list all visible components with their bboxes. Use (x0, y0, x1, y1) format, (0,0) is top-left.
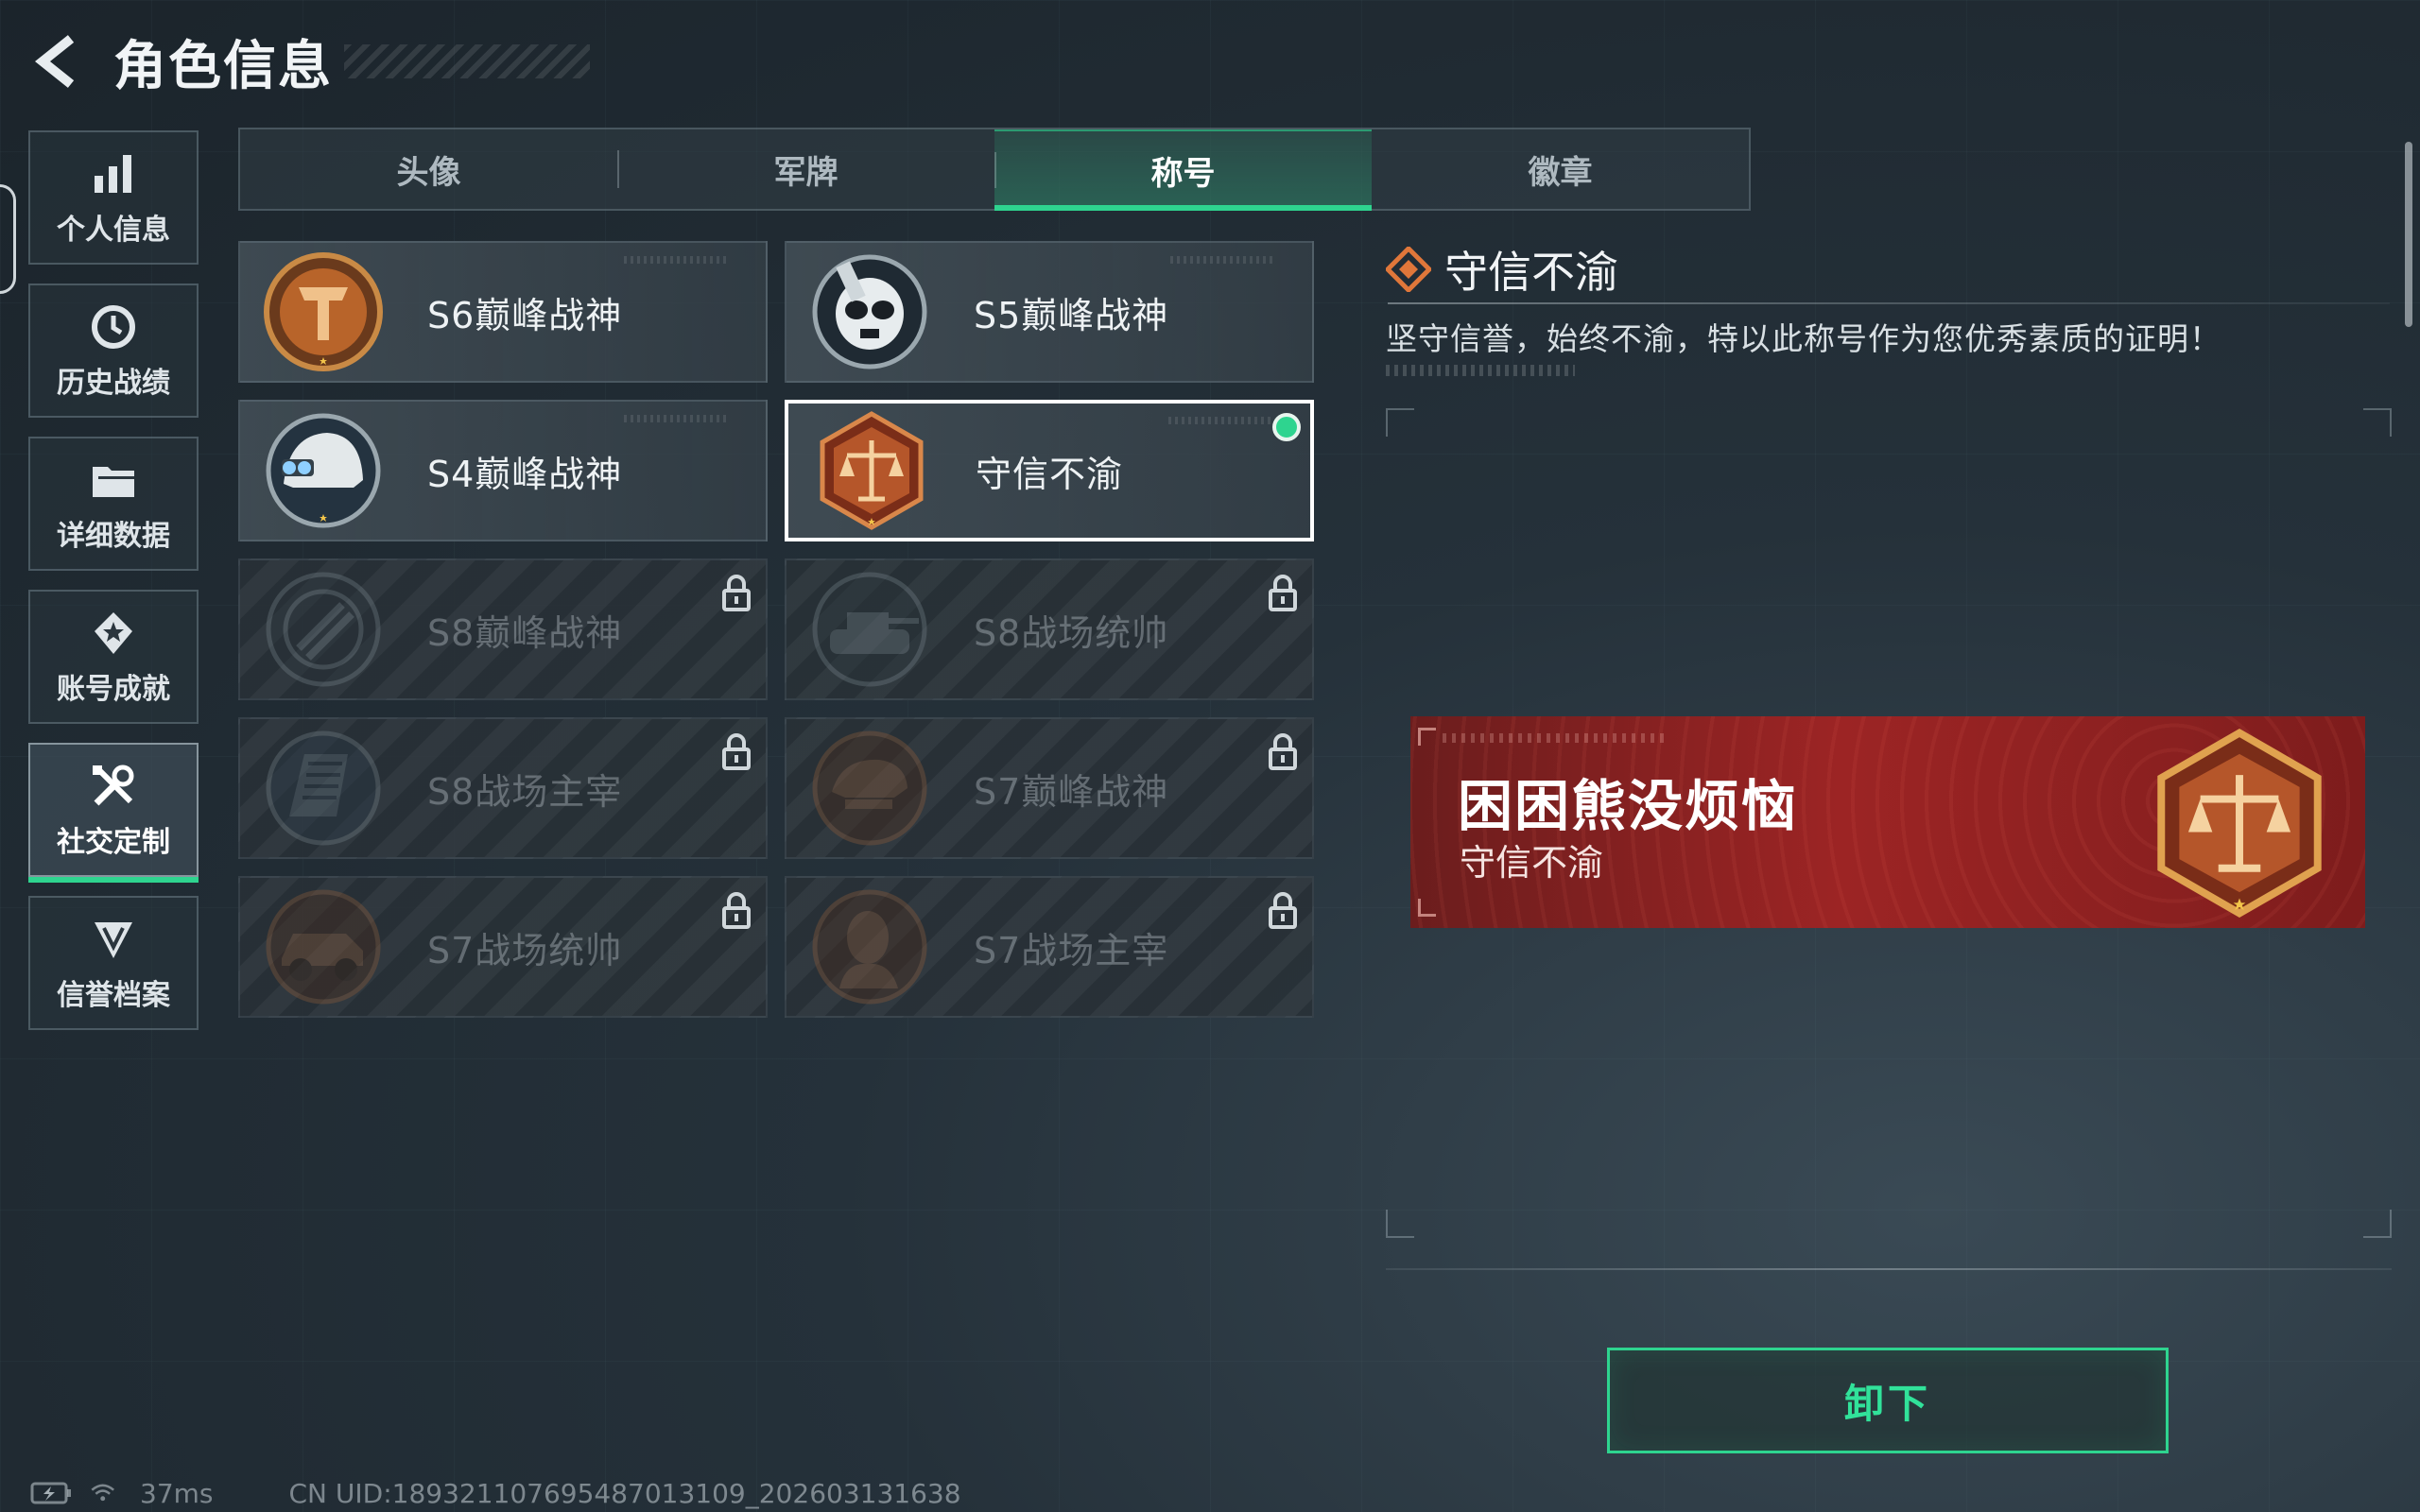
frame-corner (1386, 408, 1414, 437)
lock-icon (1269, 575, 1297, 611)
title-card-s8-dominator[interactable]: S8战场主宰 (238, 717, 768, 859)
medal-s5-icon (812, 254, 927, 369)
medal-s8-icon (266, 572, 381, 687)
medal-tank-icon (812, 572, 927, 687)
title-label: S7战场统帅 (427, 929, 623, 971)
lock-icon (722, 733, 751, 770)
tab-title[interactable]: 称号 (994, 129, 1372, 211)
frame-corner (2363, 1210, 2392, 1238)
sidebar-item-achievements[interactable]: 账号成就 (28, 590, 199, 724)
diamond-icon (1386, 247, 1431, 292)
medal-building-icon (266, 730, 381, 846)
card-decoration (624, 415, 728, 422)
title-card-s7-commander[interactable]: S7战场统帅 (238, 876, 768, 1018)
lock-icon (1269, 892, 1297, 929)
title-label: S7战场主宰 (974, 929, 1169, 971)
category-tabs: 头像 军牌 称号 徽章 (238, 128, 1751, 211)
edge-handle[interactable] (0, 184, 16, 294)
title-card-s5-peak[interactable]: S5巅峰战神 (785, 241, 1314, 383)
sidebar-item-social-custom[interactable]: 社交定制 (28, 743, 199, 883)
title-card-s4-peak[interactable]: S4巅峰战神 (238, 400, 768, 541)
title-label: S7巅峰战神 (974, 770, 1169, 813)
achievement-icon (95, 612, 132, 654)
title-label: S8战场统帅 (974, 611, 1169, 654)
detail-title-name: 守信不渝 (1444, 247, 1618, 298)
medal-soldier-icon (812, 889, 927, 1005)
title-label: 守信不渝 (976, 453, 1124, 495)
sidebar-item-label: 社交定制 (57, 826, 170, 859)
medal-s4-icon (266, 413, 381, 528)
title-decoration (344, 44, 590, 78)
banner-corner (1418, 728, 1436, 746)
page-title: 角色信息 (113, 35, 333, 97)
title-label: S4巅峰战神 (427, 453, 623, 495)
lock-icon (1269, 733, 1297, 770)
title-label: S8战场主宰 (427, 770, 623, 813)
sidebar: 个人信息 历史战绩 详细数据 账号成就 社交定制 信誉档案 (28, 130, 200, 1049)
card-decoration (1170, 256, 1274, 264)
card-decoration (1168, 417, 1272, 424)
title-card-s8-peak[interactable]: S8巅峰战神 (238, 558, 768, 700)
wifi-icon (91, 1484, 114, 1502)
sidebar-item-label: 历史战绩 (57, 367, 170, 400)
user-uid: CN UID:189321107695487013109_20260313163… (288, 1477, 961, 1509)
folder-icon (93, 467, 134, 497)
title-preview-banner: 困困熊没烦恼 守信不渝 (1410, 716, 2365, 928)
battery-icon (30, 1482, 71, 1504)
medal-scales-icon (2157, 728, 2322, 919)
medal-scales-icon (820, 411, 924, 530)
medal-s6-icon (264, 252, 383, 371)
title-card-s7-peak[interactable]: S7巅峰战神 (785, 717, 1314, 859)
title-card-s7-dominator[interactable]: S7战场主宰 (785, 876, 1314, 1018)
medal-helmet-icon (812, 730, 927, 846)
banner-title-name: 守信不渝 (1460, 842, 1604, 884)
tools-icon (93, 765, 134, 806)
frame-corner (2363, 408, 2392, 437)
banner-decoration (1443, 733, 1669, 743)
sidebar-item-label: 个人信息 (57, 214, 170, 247)
divider (1386, 1268, 2392, 1270)
lock-icon (722, 892, 751, 929)
banner-corner (1418, 899, 1436, 917)
title-label: S6巅峰战神 (427, 294, 623, 336)
frame-corner (1386, 1210, 1414, 1238)
medal-vehicle-icon (266, 889, 381, 1005)
title-card-keep-faith[interactable]: 守信不渝 (785, 400, 1314, 541)
title-label: S5巅峰战神 (974, 294, 1169, 336)
title-card-s6-peak[interactable]: S6巅峰战神 (238, 241, 768, 383)
ping-value: 37ms (140, 1477, 214, 1509)
banner-player-name: 困困熊没烦恼 (1458, 774, 1799, 838)
title-card-s8-commander[interactable]: S8战场统帅 (785, 558, 1314, 700)
title-label: S8巅峰战神 (427, 611, 623, 654)
sidebar-item-personal-info[interactable]: 个人信息 (28, 130, 199, 265)
detail-decoration (1386, 365, 1575, 376)
tab-avatar[interactable]: 头像 (240, 129, 617, 209)
lock-icon (722, 575, 751, 611)
bar-chart-icon (95, 155, 131, 193)
card-decoration (624, 256, 728, 264)
clock-icon (92, 305, 135, 349)
scrollbar[interactable] (2405, 142, 2412, 327)
equipped-indicator (1272, 413, 1301, 441)
sidebar-item-label: 详细数据 (57, 520, 170, 553)
sidebar-item-label: 账号成就 (57, 673, 170, 706)
shield-icon (95, 922, 132, 958)
unequip-button[interactable]: 卸下 (1607, 1348, 2169, 1453)
sidebar-item-credit-record[interactable]: 信誉档案 (28, 896, 199, 1030)
sidebar-item-history[interactable]: 历史战绩 (28, 284, 199, 418)
back-button[interactable] (28, 28, 85, 94)
page-header: 角色信息 (28, 24, 590, 99)
divider (1388, 302, 2390, 304)
sidebar-item-details[interactable]: 详细数据 (28, 437, 199, 571)
back-arrow-icon (34, 35, 75, 88)
detail-description: 坚守信誉，始终不渝，特以此称号作为您优秀素质的证明！ (1386, 320, 2221, 357)
unequip-button-label: 卸下 (1843, 1380, 1931, 1427)
status-bar: 37ms CN UID:189321107695487013109_202603… (30, 1476, 961, 1510)
sidebar-item-label: 信誉档案 (57, 979, 170, 1012)
tab-dogtag[interactable]: 军牌 (617, 129, 994, 209)
tab-badge[interactable]: 徽章 (1372, 129, 1749, 209)
detail-header: 守信不渝 (1386, 238, 1618, 301)
